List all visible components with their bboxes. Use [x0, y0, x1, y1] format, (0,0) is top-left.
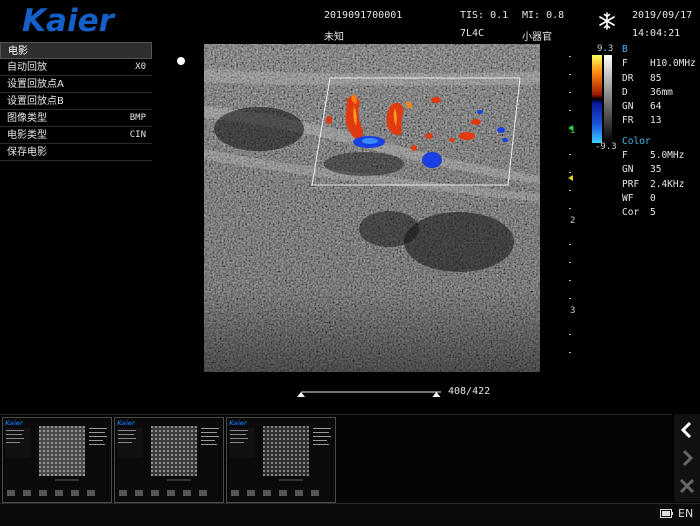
svg-text:Kaier: Kaier [117, 420, 136, 427]
brand-text: Kaier [22, 3, 116, 38]
svg-text:Kaier: Kaier [229, 420, 248, 427]
snowflake-icon[interactable] [598, 12, 616, 30]
thumbnail-nav [674, 414, 700, 502]
cine-slider[interactable] [296, 386, 446, 398]
menu-item-image-type[interactable]: 图像类型 BMP [0, 110, 152, 127]
mi-index: MI: 0.8 [522, 10, 565, 21]
color-param-row: PRF 2.4KHz [622, 178, 685, 190]
tis-index: TIS: 0.1 [460, 10, 509, 21]
exam-preset: 小器官 [522, 32, 552, 43]
color-param-row: WF 0 [622, 192, 656, 204]
b-param-row: GN 64 [622, 101, 662, 113]
menu-item-set-point-a[interactable]: 设置回放点A [0, 76, 152, 93]
language-indicator[interactable]: EN [678, 507, 693, 520]
patient-id: 2019091700001 [324, 10, 403, 21]
colorbar-min: -9.3 [595, 142, 617, 152]
probe-name: 7L4C [460, 28, 485, 39]
chevron-right-icon[interactable] [677, 448, 697, 468]
cine-start-marker [297, 392, 305, 397]
menu-title: 电影 [0, 42, 152, 59]
color-param-row: F 5.0MHz [622, 150, 685, 162]
patient-name: 未知 [324, 32, 344, 43]
cine-thumbnail[interactable]: Kaier [2, 417, 112, 503]
status-bar [0, 503, 700, 526]
cine-thumbnail[interactable]: Kaier [114, 417, 224, 503]
b-param-row: DR 85 [622, 72, 662, 84]
cine-end-marker [432, 392, 441, 397]
cine-menu: 电影 自动回放 X0 设置回放点A 设置回放点B 图像类型 BMP 电影类型 CIN … [0, 42, 152, 161]
colorbar-max: 9.3 [597, 44, 614, 54]
focus-marker [177, 57, 185, 65]
menu-item-save-cine[interactable]: 保存电影 [0, 144, 152, 161]
menu-item-set-point-b[interactable]: 设置回放点B [0, 93, 152, 110]
depth-label-1: 1 [570, 126, 576, 136]
b-param-row: FR 13 [622, 115, 662, 127]
cine-frame-counter: 408/422 [448, 386, 491, 397]
exam-date: 2019/09/17 [632, 10, 693, 21]
parameter-panel: B F H10.0MHz DR 85 D 36mm GN 64 FR 13 Color F… [622, 43, 696, 221]
color-param-row: GN 35 [622, 164, 662, 176]
cine-thumbnail[interactable]: Kaier [226, 417, 336, 503]
battery-icon [660, 509, 673, 518]
exam-time: 14:04:21 [632, 28, 681, 39]
svg-text:Kaier: Kaier [5, 420, 24, 427]
color-param-row: Cor 5 [622, 207, 656, 219]
depth-arrow-icon [568, 175, 573, 181]
close-icon[interactable] [677, 476, 697, 496]
menu-item-cine-type[interactable]: 电影类型 CIN [0, 127, 152, 144]
depth-scale [568, 56, 573, 353]
depth-label-3: 3 [570, 306, 576, 316]
chevron-left-icon[interactable] [677, 420, 697, 440]
thumbnail-strip: Kaier Kaier Kaier [0, 414, 672, 503]
b-param-row: D 36mm [622, 86, 673, 98]
b-mode-title: B [622, 44, 628, 55]
color-scale-bar [592, 55, 612, 143]
ultrasound-image[interactable] [204, 44, 540, 372]
menu-item-auto-replay[interactable]: 自动回放 X0 [0, 59, 152, 76]
depth-label-2: 2 [570, 216, 576, 226]
kaier-logo: Kaier [22, 3, 116, 38]
b-param-row: F H10.0MHz [622, 58, 696, 70]
color-mode-title: Color [622, 135, 651, 147]
